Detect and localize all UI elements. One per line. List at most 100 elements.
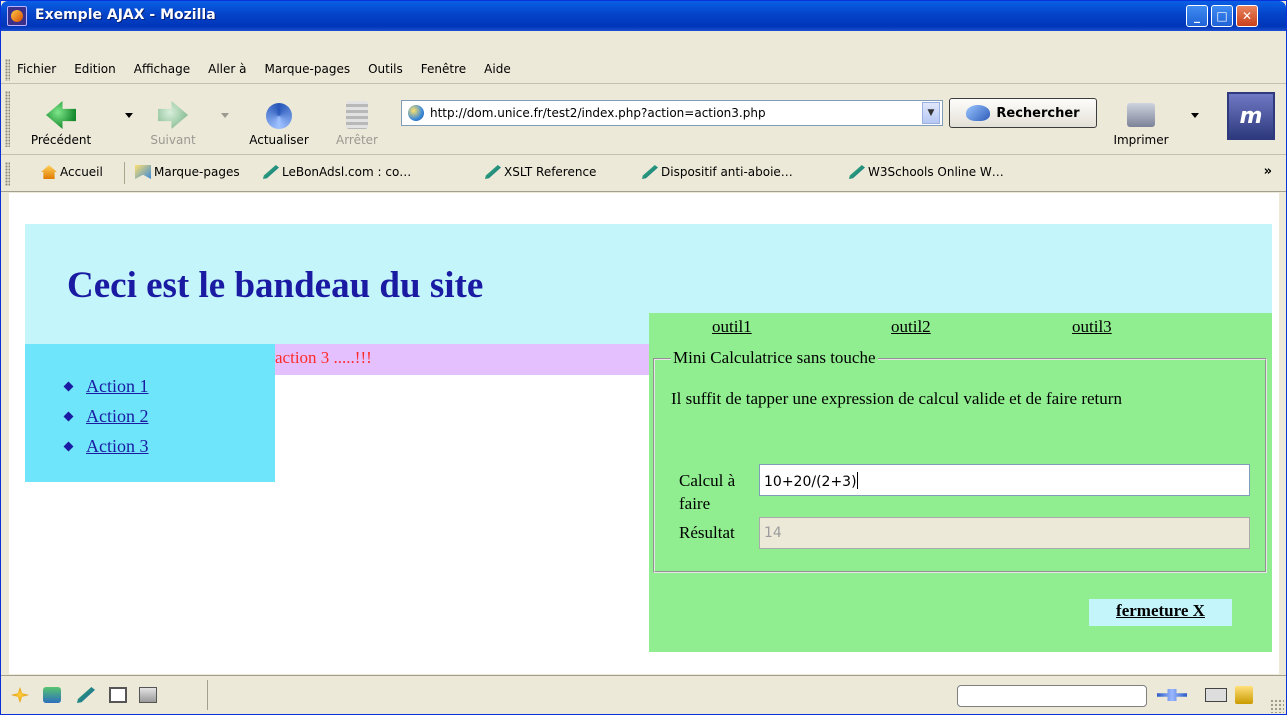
popup-blocker-icon[interactable]: [1205, 688, 1227, 702]
action-list: Action 1 Action 2 Action 3: [65, 371, 149, 461]
tool-link-3[interactable]: outil3: [1072, 317, 1112, 337]
menu-aller-a[interactable]: Aller à: [208, 62, 246, 76]
menu-fenetre[interactable]: Fenêtre: [421, 62, 466, 76]
reload-button[interactable]: Actualiser: [237, 91, 321, 147]
composer-icon[interactable]: [77, 687, 95, 703]
progress-field: [957, 685, 1147, 707]
menu-aide[interactable]: Aide: [484, 62, 511, 76]
menu-marque-pages[interactable]: Marque-pages: [265, 62, 351, 76]
chat-icon[interactable]: [139, 687, 157, 703]
bookmark-item[interactable]: Dispositif anti-aboie…: [642, 165, 793, 179]
url-bar[interactable]: http://dom.unice.fr/test2/index.php?acti…: [401, 100, 943, 126]
bookmark-menu[interactable]: Marque-pages: [135, 165, 240, 179]
reload-icon: [266, 103, 292, 129]
action-message: action 3 .....!!!: [275, 344, 657, 375]
resize-grip[interactable]: [1270, 699, 1284, 713]
url-text[interactable]: http://dom.unice.fr/test2/index.php?acti…: [430, 106, 922, 120]
bookmark-item[interactable]: LeBonAdsl.com : co…: [263, 165, 411, 179]
close-button[interactable]: ✕: [1236, 5, 1258, 27]
search-icon: [966, 105, 991, 121]
bookmark-item[interactable]: W3Schools Online W…: [849, 165, 1004, 179]
list-item: Action 1: [65, 371, 149, 401]
bookmarks-toolbar: Accueil Marque-pages LeBonAdsl.com : co……: [1, 156, 1286, 192]
back-history-dropdown[interactable]: [125, 113, 133, 118]
toolbar-grip-icon[interactable]: [5, 162, 10, 186]
stop-button[interactable]: Arrêter: [327, 91, 387, 147]
stop-icon: [346, 101, 368, 129]
address-book-icon[interactable]: [109, 687, 127, 703]
mozilla-throbber-icon[interactable]: m: [1227, 92, 1275, 140]
action-link-1[interactable]: Action 1: [86, 376, 149, 396]
calculator-description: Il suffit de tapper une expression de ca…: [671, 389, 1122, 408]
online-connection-icon[interactable]: [1157, 689, 1187, 701]
bookmark-menu-label: Marque-pages: [154, 165, 240, 179]
search-button[interactable]: Rechercher: [949, 98, 1097, 128]
mozilla-app-icon[interactable]: [7, 6, 27, 26]
bookmark-pen-icon: [642, 165, 658, 179]
calc-input[interactable]: 10+20/(2+3): [759, 464, 1250, 496]
forward-history-dropdown[interactable]: [221, 113, 229, 118]
bookmarks-overflow-chevron[interactable]: »: [1264, 164, 1272, 179]
toolbar-grip-icon[interactable]: [5, 91, 10, 147]
tool-links: outil1 outil2 outil3: [649, 317, 1272, 343]
navigator-icon[interactable]: [11, 687, 29, 703]
forward-button[interactable]: Suivant: [141, 91, 205, 147]
bookmark-separator: [124, 162, 125, 184]
search-label: Rechercher: [996, 105, 1080, 121]
url-history-dropdown[interactable]: ▼: [922, 102, 940, 124]
tool-link-2[interactable]: outil2: [891, 317, 931, 337]
result-field: 14: [759, 517, 1250, 549]
menu-items: Fichier Edition Affichage Aller à Marque…: [17, 62, 529, 76]
menu-bar: Fichier Edition Affichage Aller à Marque…: [1, 56, 1286, 84]
browser-window: Exemple AJAX - Mozilla _ □ ✕ Fichier Edi…: [0, 0, 1287, 715]
bookmark-home-label: Accueil: [60, 165, 103, 179]
window-title: Exemple AJAX - Mozilla: [35, 7, 216, 23]
calc-input-value: 10+20/(2+3): [764, 474, 857, 490]
print-dropdown[interactable]: [1191, 113, 1199, 118]
stop-label: Arrêter: [335, 133, 378, 147]
calculator-fieldset: Mini Calculatrice sans touche Il suffit …: [653, 348, 1267, 573]
menu-edition[interactable]: Edition: [74, 62, 116, 76]
banner-title: Ceci est le bandeau du site: [67, 265, 484, 306]
bookmark-item-label: LeBonAdsl.com : co…: [282, 165, 412, 179]
print-button[interactable]: Imprimer: [1109, 91, 1173, 147]
tool-panel: outil1 outil2 outil3 Mini Calculatrice s…: [649, 313, 1272, 652]
list-item: Action 2: [65, 401, 149, 431]
bookmarks-icon: [135, 165, 151, 179]
back-arrow-icon: [46, 101, 76, 129]
forward-label: Suivant: [150, 133, 196, 147]
back-label: Précédent: [30, 133, 92, 147]
menu-outils[interactable]: Outils: [368, 62, 403, 76]
bookmark-item-label: W3Schools Online W…: [868, 165, 1004, 179]
text-caret: [856, 472, 858, 489]
page-viewport: Ceci est le bandeau du site Action 1 Act…: [9, 193, 1279, 674]
status-separator: [207, 680, 208, 710]
maximize-button[interactable]: □: [1211, 5, 1233, 27]
close-panel-link[interactable]: fermeture X: [1089, 599, 1232, 626]
left-navigation: Action 1 Action 2 Action 3: [25, 344, 275, 482]
bookmark-pen-icon: [263, 165, 279, 179]
back-button[interactable]: Précédent: [29, 91, 93, 147]
action-link-3[interactable]: Action 3: [86, 436, 149, 456]
forward-arrow-icon: [158, 101, 188, 129]
calculator-legend: Mini Calculatrice sans touche: [671, 348, 878, 368]
tool-link-1[interactable]: outil1: [712, 317, 752, 337]
printer-icon: [1127, 103, 1155, 127]
print-label: Imprimer: [1113, 133, 1169, 147]
reload-label: Actualiser: [249, 133, 309, 147]
menu-fichier[interactable]: Fichier: [17, 62, 56, 76]
mail-icon[interactable]: [43, 687, 61, 703]
bookmark-item[interactable]: XSLT Reference: [485, 165, 596, 179]
toolbar-grip-icon[interactable]: [5, 59, 10, 81]
bookmark-home[interactable]: Accueil: [41, 165, 103, 179]
minimize-button[interactable]: _: [1186, 5, 1208, 27]
status-bar: [1, 675, 1286, 714]
action-link-2[interactable]: Action 2: [86, 406, 149, 426]
security-lock-icon[interactable]: [1235, 686, 1253, 704]
bookmark-pen-icon: [485, 165, 501, 179]
site-icon: [408, 105, 424, 121]
home-icon: [41, 165, 57, 179]
bookmark-item-label: Dispositif anti-aboie…: [661, 165, 793, 179]
menu-affichage[interactable]: Affichage: [134, 62, 190, 76]
calc-label: Calcul à faire: [679, 471, 736, 513]
